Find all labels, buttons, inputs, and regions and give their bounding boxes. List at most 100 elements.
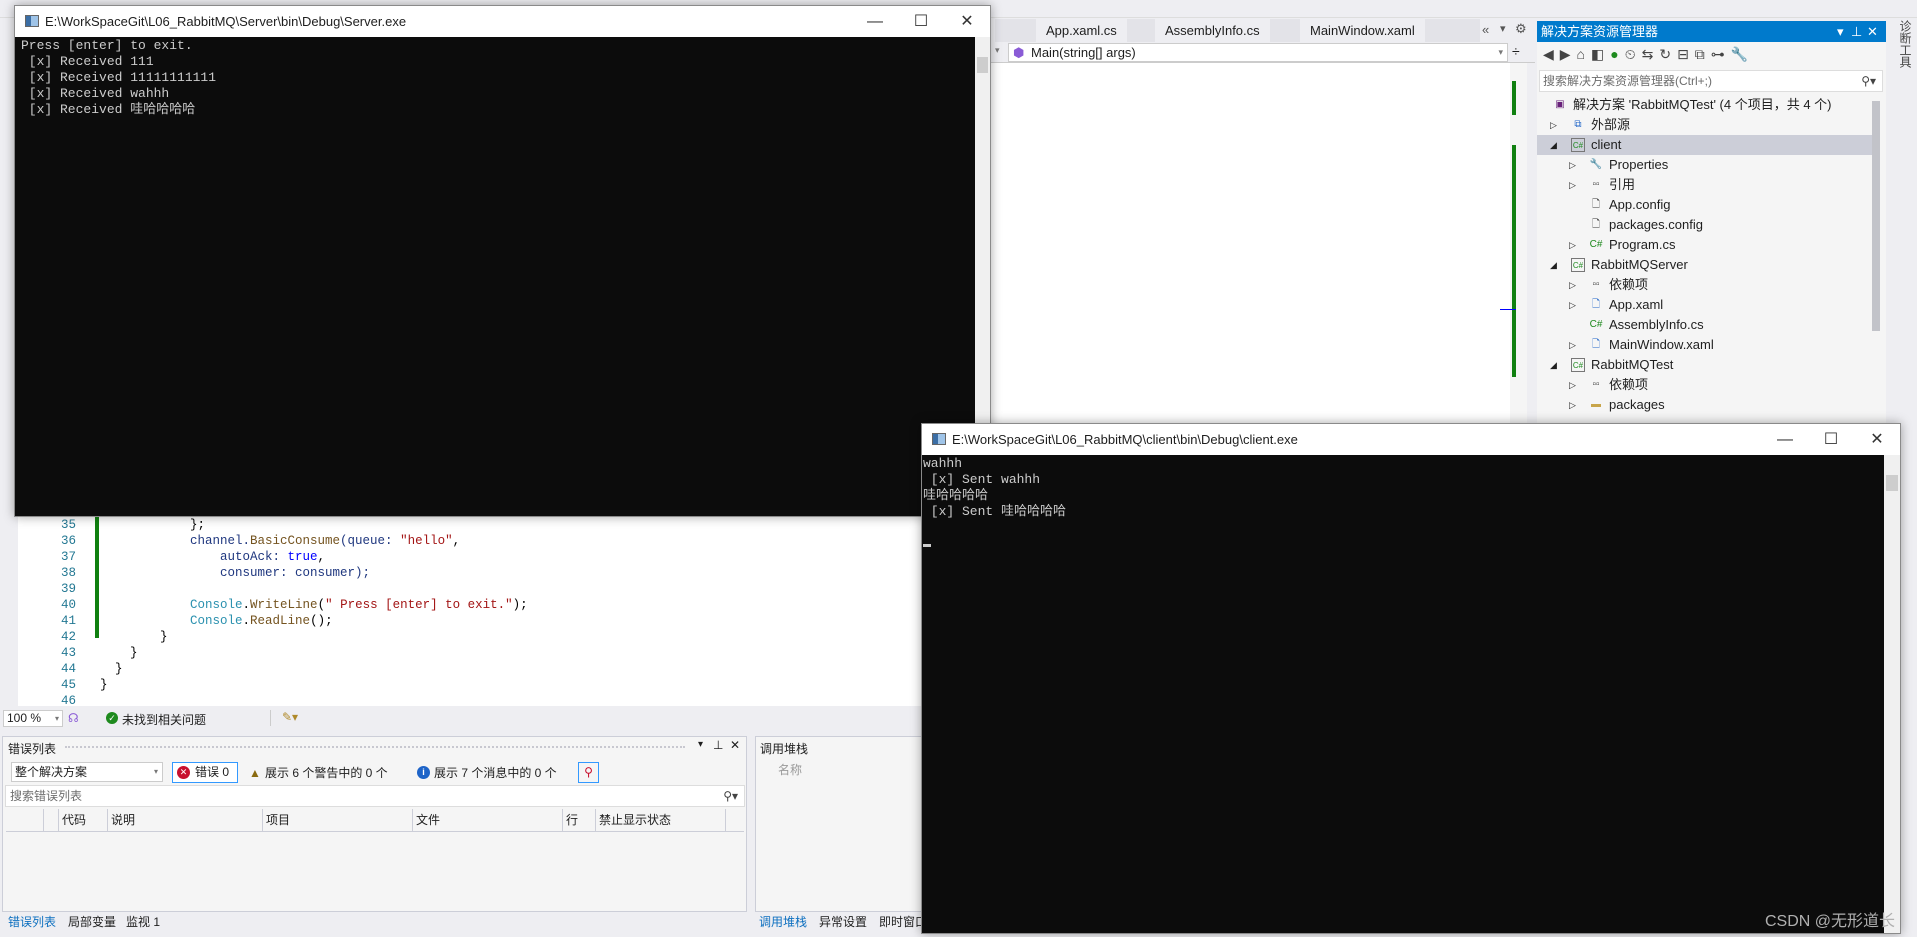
close-icon[interactable]: ✕ — [1867, 21, 1878, 42]
collapsed-arrow-icon[interactable]: ▷ — [1569, 235, 1576, 255]
collapsed-arrow-icon[interactable]: ▷ — [1550, 115, 1557, 135]
tab-watch-1[interactable]: 监视 1 — [126, 913, 160, 931]
tree-item[interactable]: 🗋 packages.config — [1537, 215, 1877, 235]
code-line[interactable]: }; — [100, 517, 205, 533]
code-line[interactable]: channel.BasicConsume(queue: "hello", — [100, 533, 460, 549]
code-line[interactable]: } — [100, 629, 168, 645]
line-number: 40 — [60, 598, 76, 612]
dropdown-icon[interactable]: ▾ — [1500, 22, 1506, 35]
tree-item[interactable]: ▷ ▬ packages — [1537, 395, 1877, 415]
code-token: consumer: consumer); — [100, 566, 371, 580]
side-tab-diagnostic-tools[interactable]: 诊断工具 — [1893, 20, 1912, 68]
code-line[interactable]: } — [100, 645, 138, 661]
minimize-button[interactable]: — — [852, 6, 898, 37]
tree-item[interactable]: 🗋 App.config — [1537, 195, 1877, 215]
tree-item[interactable]: ▷ 🔧 Properties — [1537, 155, 1877, 175]
collapsed-arrow-icon[interactable]: ▷ — [1569, 335, 1576, 355]
line-number: 41 — [60, 614, 76, 628]
maximize-button[interactable]: ☐ — [1808, 424, 1854, 455]
client-console-output[interactable]: wahhh [x] Sent wahhh 哇哈哈哈哈 [x] Sent 哇哈哈哈哈 — [922, 455, 1884, 933]
tab-mainwindow-xaml[interactable]: MainWindow.xaml — [1300, 19, 1425, 42]
tab-call-stack[interactable]: 调用堆栈 — [759, 913, 807, 931]
minimize-button[interactable]: — — [1762, 424, 1808, 455]
console-scrollbar[interactable] — [1884, 455, 1900, 933]
error-search-input[interactable]: 搜索错误列表 ⚲▾ — [5, 785, 745, 807]
collapsed-arrow-icon[interactable]: ▷ — [1569, 155, 1576, 175]
member-dropdown[interactable]: ⬢ Main(string[] args) ▾ — [1008, 43, 1508, 62]
dropdown-icon[interactable]: ▾ — [698, 739, 703, 750]
issues-status[interactable]: 未找到相关问题 — [122, 711, 206, 728]
intellicode-icon[interactable]: ☊ — [68, 711, 79, 725]
tree-item[interactable]: ◢ C# client — [1537, 135, 1877, 155]
code-line[interactable]: Console.ReadLine(); — [100, 613, 333, 629]
column-header-name[interactable]: 名称 — [778, 761, 802, 778]
tree-item-label: client — [1591, 137, 1622, 152]
server-console-output[interactable]: Press [enter] to exit. [x] Received 111 … — [15, 37, 975, 516]
maximize-button[interactable]: ☐ — [898, 6, 944, 37]
close-button[interactable]: ✕ — [1854, 424, 1900, 455]
errors-filter-button[interactable]: ✕ 错误 0 — [172, 762, 238, 783]
gear-icon[interactable]: ⚙ — [1515, 21, 1527, 37]
window-titlebar[interactable]: E:\WorkSpaceGit\L06_RabbitMQ\client\bin\… — [922, 424, 1900, 455]
tree-item[interactable]: ▷ ▫▫ 引用 — [1537, 175, 1877, 195]
collapsed-arrow-icon[interactable]: ▷ — [1569, 375, 1576, 395]
tree-item[interactable]: ▷ ▫▫ 依赖项 — [1537, 375, 1877, 395]
collapsed-arrow-icon[interactable]: ▷ — [1569, 175, 1576, 195]
code-line[interactable]: Console.WriteLine(" Press [enter] to exi… — [100, 597, 528, 613]
solution-explorer-toolbar[interactable]: ◀▶⌂◧●⏲⇆↻⊟⧉⊶🔧 — [1543, 46, 1754, 63]
tree-item-label: 外部源 — [1591, 117, 1631, 132]
tree-item[interactable]: ▷ ⧉ 外部源 — [1537, 115, 1877, 135]
dropdown-icon[interactable]: ▾ — [1837, 21, 1844, 42]
solution-search-input[interactable]: 搜索解决方案资源管理器(Ctrl+;) ⚲▾ — [1539, 70, 1883, 92]
column-header[interactable] — [44, 809, 59, 831]
warnings-filter-button[interactable]: ▲ 展示 6 个警告中的 0 个 — [249, 764, 388, 784]
tree-item[interactable]: ▷ 🗋 App.xaml — [1537, 295, 1877, 315]
chevrons-left-icon[interactable]: « — [1482, 22, 1489, 37]
column-header-line[interactable]: 行 — [563, 809, 596, 831]
close-button[interactable]: ✕ — [944, 6, 990, 37]
messages-filter-button[interactable]: i 展示 7 个消息中的 0 个 — [417, 764, 557, 784]
column-header-suppression[interactable]: 禁止显示状态 — [596, 809, 726, 831]
close-icon[interactable]: ✕ — [730, 738, 740, 752]
pin-icon[interactable]: ⊥ — [713, 738, 723, 752]
code-line[interactable]: consumer: consumer); — [100, 565, 370, 581]
column-header-file[interactable]: 文件 — [413, 809, 563, 831]
tab-locals[interactable]: 局部变量 — [68, 913, 116, 931]
cleanup-brush-icon[interactable]: ✎▾ — [282, 710, 298, 724]
tree-item[interactable]: ◢ C# RabbitMQTest — [1537, 355, 1877, 375]
solution-icon: ▣ — [1555, 99, 1565, 110]
tab-app-xaml-cs[interactable]: App.xaml.cs — [1036, 19, 1127, 42]
collapsed-arrow-icon[interactable]: ▷ — [1569, 295, 1576, 315]
tab-immediate-window[interactable]: 即时窗口 — [879, 913, 927, 931]
column-header-code[interactable]: 代码 — [59, 809, 108, 831]
pin-icon[interactable]: ⊥ — [1851, 21, 1862, 42]
expanded-arrow-icon[interactable]: ◢ — [1550, 355, 1557, 375]
scope-dropdown[interactable]: 整个解决方案 ▾ — [11, 762, 163, 782]
tree-item[interactable]: C# AssemblyInfo.cs — [1537, 315, 1877, 335]
tab-error-list[interactable]: 错误列表 — [8, 913, 56, 931]
expanded-arrow-icon[interactable]: ◢ — [1550, 255, 1557, 275]
column-header[interactable] — [6, 809, 44, 831]
tree-scrollbar[interactable] — [1872, 101, 1880, 331]
code-line[interactable]: autoAck: true, — [100, 549, 325, 565]
tab-exception-settings[interactable]: 异常设置 — [819, 913, 867, 931]
expanded-arrow-icon[interactable]: ◢ — [1550, 135, 1557, 155]
window-titlebar[interactable]: E:\WorkSpaceGit\L06_RabbitMQ\Server\bin\… — [15, 6, 990, 37]
tree-item[interactable]: ▷ C# Program.cs — [1537, 235, 1877, 255]
tree-item[interactable]: ▷ 🗋 MainWindow.xaml — [1537, 335, 1877, 355]
line-number: 38 — [60, 566, 76, 580]
build-filter-icon[interactable]: ⚲ — [578, 762, 599, 783]
split-editor-icon[interactable]: ÷ — [1512, 43, 1520, 59]
tree-item[interactable]: ▷ ▫▫ 依赖项 — [1537, 275, 1877, 295]
tab-assemblyinfo-cs[interactable]: AssemblyInfo.cs — [1155, 19, 1270, 42]
chevron-down-icon[interactable]: ▾ — [995, 45, 1000, 56]
column-header-description[interactable]: 说明 — [108, 809, 263, 831]
collapsed-arrow-icon[interactable]: ▷ — [1569, 275, 1576, 295]
tree-item[interactable]: ◢ C# RabbitMQServer — [1537, 255, 1877, 275]
zoom-combo[interactable]: 100 % ▾ — [3, 710, 63, 727]
code-line[interactable]: } — [100, 661, 123, 677]
code-line[interactable]: } — [100, 677, 108, 693]
column-header-project[interactable]: 项目 — [263, 809, 413, 831]
tree-item[interactable]: ▣ 解决方案 'RabbitMQTest' (4 个项目，共 4 个) — [1537, 95, 1877, 115]
collapsed-arrow-icon[interactable]: ▷ — [1569, 395, 1576, 415]
